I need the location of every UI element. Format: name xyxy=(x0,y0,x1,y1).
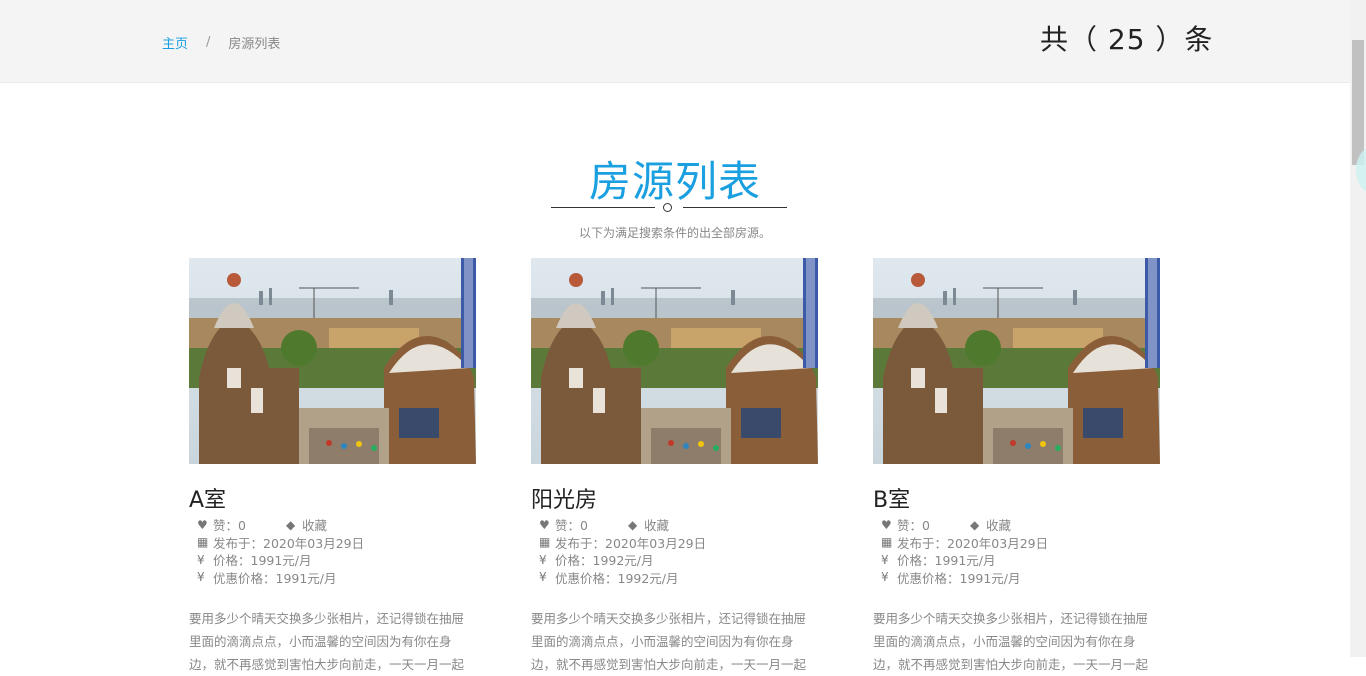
page-scrollbar[interactable] xyxy=(1350,0,1366,657)
tag-icon: ◆ xyxy=(285,517,296,532)
favorite-link[interactable]: 收藏 xyxy=(986,515,1011,534)
listing-description: 要用多少个晴天交换多少张相片，还记得锁在抽屉里面的滴滴点点，小而温馨的空间因为有… xyxy=(531,611,807,672)
listing-photo[interactable] xyxy=(189,258,476,464)
section-title: 房源列表 xyxy=(588,157,761,206)
discount-price: 优惠价格：1991元/月 xyxy=(897,570,1021,586)
yen-icon: ¥ xyxy=(881,570,889,585)
listing-meta: ♥ 赞：0 ◆ 收藏 ▦ 发布于：2020年03月29日 ¥ 价格：1992元/… xyxy=(531,516,821,586)
discount-price: 优惠价格：1991元/月 xyxy=(213,570,337,586)
listing-card[interactable]: A室 ♥ 赞：0 ◆ 收藏 ▦ 发布于：2020年03月29日 ¥ 价格：199… xyxy=(189,258,479,676)
breadcrumb-home-link[interactable]: 主页 xyxy=(162,33,188,52)
yen-icon: ¥ xyxy=(539,552,547,567)
favorite-link[interactable]: 收藏 xyxy=(644,515,669,534)
discount-price: 优惠价格：1992元/月 xyxy=(555,570,679,586)
breadcrumb-separator: / xyxy=(206,35,211,50)
price: 价格：1992元/月 xyxy=(555,553,654,569)
heart-icon: ♥ xyxy=(539,517,550,532)
yen-icon: ¥ xyxy=(197,552,205,567)
listing-photo[interactable] xyxy=(873,258,1160,464)
listing-description: 要用多少个晴天交换多少张相片，还记得锁在抽屉里面的滴滴点点，小而温馨的空间因为有… xyxy=(189,611,465,672)
tag-icon: ◆ xyxy=(969,517,980,532)
heart-icon: ♥ xyxy=(197,517,208,532)
publish-date: 发布于：2020年03月29日 xyxy=(213,535,365,551)
breadcrumb: 主页 / 房源列表 xyxy=(162,33,280,52)
listing-title[interactable]: A室 xyxy=(189,482,479,513)
yen-icon: ¥ xyxy=(197,570,205,585)
heart-icon: ♥ xyxy=(881,517,892,532)
listing-description: 要用多少个晴天交换多少张相片，还记得锁在抽屉里面的滴滴点点，小而温馨的空间因为有… xyxy=(873,611,1149,672)
tag-icon: ◆ xyxy=(627,517,638,532)
like-count[interactable]: 赞：0 xyxy=(555,515,588,534)
like-count[interactable]: 赞：0 xyxy=(213,515,246,534)
scrollbar-thumb[interactable] xyxy=(1352,40,1364,165)
price: 价格：1991元/月 xyxy=(213,553,312,569)
section-subtitle: 以下为满足搜索条件的出全部房源。 xyxy=(578,226,771,240)
listing-meta: ♥ 赞：0 ◆ 收藏 ▦ 发布于：2020年03月29日 ¥ 价格：1991元/… xyxy=(873,516,1163,586)
publish-date: 发布于：2020年03月29日 xyxy=(897,535,1049,551)
breadcrumb-current: 房源列表 xyxy=(228,37,281,52)
price: 价格：1991元/月 xyxy=(897,553,996,569)
listing-title[interactable]: 阳光房 xyxy=(531,482,821,513)
top-bar: 主页 / 房源列表 共（ 25 ）条 xyxy=(0,0,1350,83)
favorite-link[interactable]: 收藏 xyxy=(302,515,327,534)
yen-icon: ¥ xyxy=(539,570,547,585)
listing-photo[interactable] xyxy=(531,258,818,464)
listing-card[interactable]: 阳光房 ♥ 赞：0 ◆ 收藏 ▦ 发布于：2020年03月29日 ¥ 价格：19… xyxy=(531,258,821,676)
listing-meta: ♥ 赞：0 ◆ 收藏 ▦ 发布于：2020年03月29日 ¥ 价格：1991元/… xyxy=(189,516,479,586)
total-count: 共（ 25 ）条 xyxy=(1040,23,1214,56)
title-divider xyxy=(551,203,787,213)
yen-icon: ¥ xyxy=(881,552,889,567)
listing-title[interactable]: B室 xyxy=(873,482,1163,513)
publish-date: 发布于：2020年03月29日 xyxy=(555,535,707,551)
calendar-icon: ▦ xyxy=(881,535,893,550)
like-count[interactable]: 赞：0 xyxy=(897,515,930,534)
calendar-icon: ▦ xyxy=(539,535,551,550)
calendar-icon: ▦ xyxy=(197,535,209,550)
listing-card[interactable]: B室 ♥ 赞：0 ◆ 收藏 ▦ 发布于：2020年03月29日 ¥ 价格：199… xyxy=(873,258,1163,676)
